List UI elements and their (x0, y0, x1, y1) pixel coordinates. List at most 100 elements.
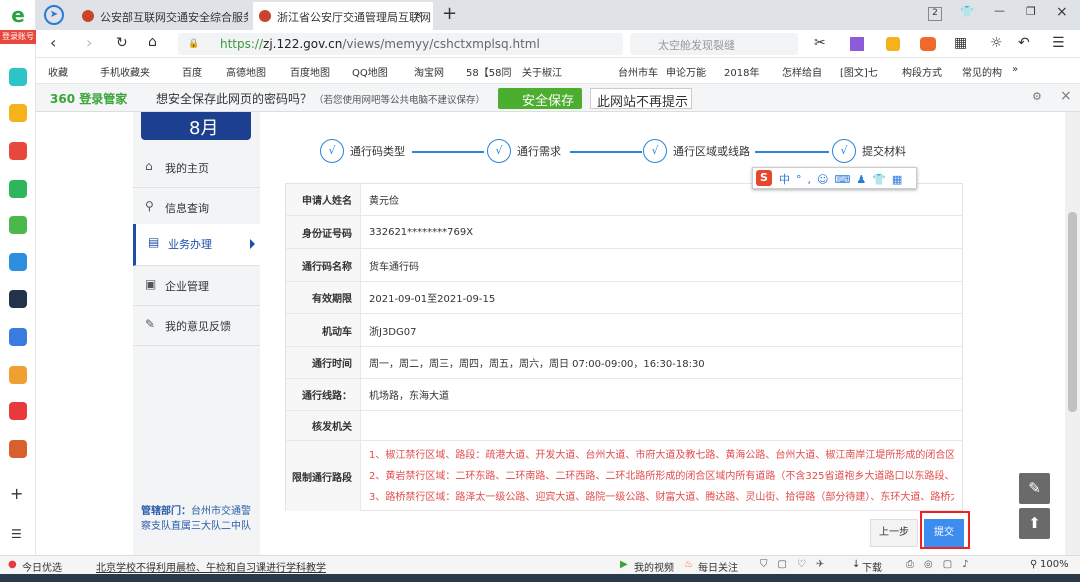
forward-icon[interactable]: › (86, 33, 92, 52)
bookmark[interactable]: 关于椒江 (522, 64, 562, 79)
field-value: 机场路，东海大道 (369, 391, 449, 402)
scrollbar[interactable] (1065, 112, 1080, 555)
bookmark[interactable]: 淘宝网 (414, 64, 444, 79)
ime-toolbar[interactable]: S 中°,☺⌨♟👕▦ (752, 167, 917, 189)
nav-query[interactable]: ⚲ 信息查询 (133, 188, 260, 228)
avatar-app-icon[interactable] (9, 366, 27, 384)
bookmark[interactable]: 台州市车 (618, 64, 658, 79)
skin-icon[interactable]: 👕 (960, 5, 974, 18)
bookmark[interactable]: 2018年 (724, 64, 759, 79)
settings-icon[interactable]: ⚙ (1032, 90, 1042, 103)
search-input[interactable]: 太空舱发现裂缝 (630, 33, 798, 55)
highlight-box (920, 511, 970, 549)
bookmark[interactable]: 58【58同 (466, 64, 511, 79)
app-icon[interactable] (9, 68, 27, 86)
close-tab-icon[interactable]: × (414, 8, 423, 21)
p-app-icon[interactable] (9, 253, 27, 271)
back-to-top-button[interactable]: ⬆ (1019, 508, 1050, 539)
business-icon: ▤ (148, 235, 160, 249)
never-prompt-button[interactable]: 此网站不再提示 (590, 88, 692, 110)
bookmark[interactable]: 百度地图 (290, 64, 330, 79)
daily-pick[interactable]: 今日优选 (22, 559, 62, 574)
tab-2-active[interactable]: 浙江省公安厅交通管理局互联网 (253, 2, 433, 30)
minimize-icon[interactable]: — (994, 4, 1005, 17)
close-window-icon[interactable]: × (1056, 4, 1068, 20)
menu-icon[interactable]: ☰ (11, 527, 22, 541)
status-tool-icons[interactable]: ⛉▢♡✈ (760, 559, 834, 570)
more-bookmarks-icon[interactable]: » (1012, 64, 1018, 75)
gamepad-icon[interactable] (920, 37, 936, 51)
favorites-icon[interactable] (9, 104, 27, 122)
download[interactable]: 下载 (862, 559, 882, 574)
news-app-icon[interactable] (9, 402, 27, 420)
row-pass-name: 通行码名称 货车通行码 (286, 249, 962, 282)
step-label: 通行码类型 (350, 145, 405, 158)
nav-label: 信息查询 (165, 202, 209, 215)
previous-step-button[interactable]: 上一步 (870, 519, 918, 547)
bookmark[interactable]: 常见的构 (962, 64, 1002, 79)
bookmark[interactable]: 构段方式 (902, 64, 942, 79)
zoom-level[interactable]: 100% (1040, 559, 1069, 570)
bookmark[interactable]: [图文]七 (840, 64, 878, 79)
pw-question: 想安全保存此网页的密码吗？ (156, 92, 313, 106)
game2-icon[interactable] (9, 440, 27, 458)
game-icon[interactable] (9, 290, 27, 308)
edit-float-button[interactable]: ✎ (1019, 473, 1050, 504)
nav-feedback[interactable]: ✎ 我的意见反馈 (133, 306, 260, 346)
undo-icon[interactable]: ↶ (1018, 35, 1030, 51)
row-vehicle: 机动车 浙J3DG07 (286, 314, 962, 347)
translate-icon[interactable] (850, 37, 864, 51)
url-input[interactable]: https://zj.122.gov.cn/views/memyy/cshctx… (178, 33, 623, 55)
bookmark[interactable]: 怎样给自 (782, 64, 822, 79)
add-icon[interactable]: + (10, 484, 23, 503)
field-value: 2021-09-01至2021-09-15 (369, 294, 496, 305)
bookmark[interactable]: 百度 (182, 64, 202, 79)
bookmark[interactable]: 高德地图 (226, 64, 266, 79)
status-tool-icons-2[interactable]: ⎙◎▢♪ (906, 559, 979, 570)
save-password-button[interactable]: 安全保存 (498, 88, 582, 109)
step-4: √ 提交材料 (832, 139, 906, 163)
daily-follow[interactable]: 每日关注 (698, 559, 738, 574)
mail-icon[interactable] (9, 180, 27, 198)
tab-count[interactable]: 2 (928, 7, 942, 21)
nav-home[interactable]: ⌂ 我的主页 (133, 148, 260, 188)
scissors-icon[interactable]: ✂ (814, 35, 826, 51)
bookmark[interactable]: 申论万能 (666, 64, 706, 79)
restore-icon[interactable]: ❐ (1026, 5, 1036, 18)
grid-icon[interactable]: ▦ (954, 35, 967, 51)
nav-company[interactable]: ▣ 企业管理 (133, 266, 260, 306)
restricted-item: 2、黄岩禁行区域：二环东路、二环南路、二环西路、二环北路所形成的闭合区域内所有道… (369, 470, 954, 482)
tab-1[interactable]: 公安部互联网交通安全综合服务 (76, 2, 248, 30)
brightness-icon[interactable]: ☼ (990, 35, 1003, 51)
main-menu-icon[interactable]: ☰ (1052, 35, 1065, 51)
home-icon[interactable]: ⌂ (148, 34, 157, 50)
ime-tool-icons[interactable]: 中°,☺⌨♟👕▦ (779, 171, 908, 187)
news-link[interactable]: 北京学校不得利用晨检、午检和自习课进行学科教学 (96, 559, 326, 574)
bookmarks-bar: 收藏 手机收藏夹 百度 高德地图 百度地图 QQ地图 淘宝网 58【58同 关于… (36, 58, 1080, 84)
flame-icon: ♨ (684, 559, 693, 570)
weibo-icon[interactable] (9, 142, 27, 160)
tab-title: 浙江省公安厅交通管理局互联网 (277, 11, 431, 24)
back-icon[interactable]: ‹ (50, 33, 56, 52)
shield-icon[interactable] (886, 37, 900, 51)
scroll-thumb[interactable] (1068, 212, 1077, 412)
check-icon: √ (320, 139, 344, 163)
reload-icon[interactable]: ↻ (116, 35, 128, 51)
cloud-icon[interactable] (9, 216, 27, 234)
navigate-icon[interactable]: ➤ (44, 5, 64, 25)
check-icon: √ (832, 139, 856, 163)
field-label: 身份证号码 (286, 216, 361, 248)
bookmark[interactable]: QQ地图 (352, 64, 388, 79)
nav-label: 我的意见反馈 (165, 320, 231, 333)
bookmark[interactable]: 收藏 (48, 64, 68, 79)
document-icon[interactable] (9, 328, 27, 346)
my-video[interactable]: 我的视频 (634, 559, 674, 574)
taskbar (0, 574, 1080, 582)
login-account-label[interactable]: 登录账号 (0, 30, 36, 44)
bookmark[interactable]: 手机收藏夹 (100, 64, 150, 79)
nav-business[interactable]: ▤ 业务办理 (133, 224, 260, 266)
new-tab-icon[interactable]: + (442, 3, 457, 24)
step-connector (755, 151, 829, 153)
close-bar-icon[interactable]: × (1060, 88, 1072, 104)
save-label: 安全保存 (522, 94, 575, 109)
